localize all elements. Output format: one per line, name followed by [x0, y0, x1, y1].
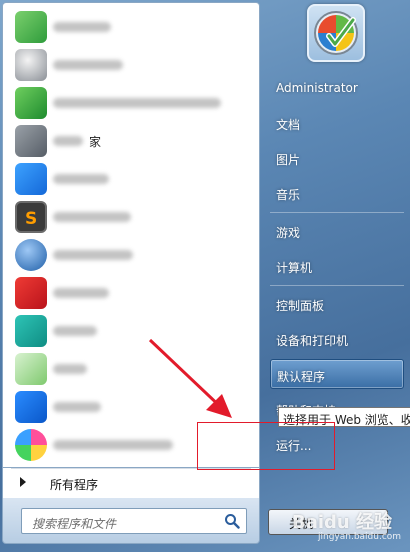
start-menu: 家 S 所有程序 搜索程序和文件 Administrator 文档 图片 音乐 … — [0, 0, 410, 552]
watermark-url: jingyan.baidu.com — [318, 532, 402, 542]
annotation-arrow-line — [148, 338, 228, 414]
annotation-highlight-box — [197, 422, 335, 470]
watermark: Baidu 经验 — [292, 512, 393, 533]
